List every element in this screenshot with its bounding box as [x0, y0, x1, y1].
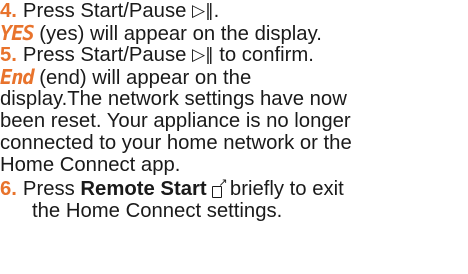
step-6: 6. Press Remote Start ↗ briefly to exit	[0, 176, 344, 200]
display-yes-line: YES (yes) will appear on the display.	[0, 22, 322, 45]
step-number: 4.	[0, 0, 17, 22]
paragraph-line: display.The network settings have now	[0, 88, 347, 110]
step-6-continuation: the Home Connect settings.	[32, 200, 283, 222]
display-readout-end: End	[0, 65, 35, 89]
paragraph-line: connected to your home network or the	[0, 132, 352, 154]
play-pause-icon: ▷‖	[192, 1, 214, 21]
step-5: 5. Press Start/Pause ▷‖ to confirm.	[0, 44, 314, 66]
remote-start-icon: ↗	[212, 177, 228, 198]
play-pause-icon: ▷‖	[192, 45, 214, 65]
display-readout-yes: YES	[0, 21, 35, 45]
step-4: 4. Press Start/Pause ▷‖.	[0, 0, 220, 22]
step-text: (end) will appear on the	[33, 67, 252, 89]
paragraph-line: Home Connect app.	[0, 154, 181, 176]
paragraph-line: been reset. Your appliance is no longer	[0, 110, 351, 132]
step-number: 6.	[0, 178, 17, 200]
step-text: Press Start/Pause	[22, 44, 187, 66]
step-text: Press Start/Pause	[22, 0, 187, 22]
display-end-line: End (end) will appear on the	[0, 66, 251, 89]
step-number: 5.	[0, 44, 17, 66]
instruction-document: 4. Press Start/Pause ▷‖. YES (yes) will a…	[0, 0, 468, 274]
step-text: (yes) will appear on the display.	[33, 23, 322, 45]
remote-start-label: Remote Start	[80, 178, 207, 200]
